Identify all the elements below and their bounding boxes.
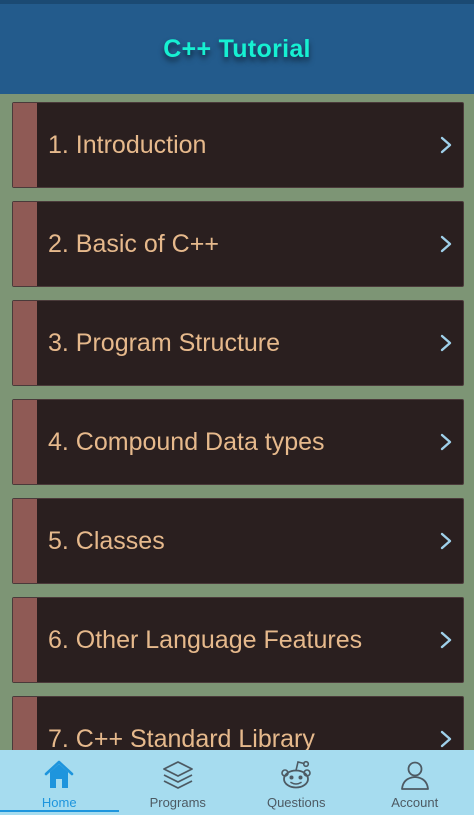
tab-label: Questions [266,795,326,810]
lesson-label: 2. Basic of C++ [48,229,219,258]
reddit-icon [281,760,312,789]
chevron-right-icon [440,334,452,352]
lesson-item-compound-data-types[interactable]: 4. Compound Data types [12,399,464,485]
lesson-label: 1. Introduction [48,130,207,159]
chevron-right-icon [440,631,452,649]
item-accent-stripe [13,103,37,187]
bottom-navigation: Home Programs Questions Account [0,750,474,815]
lesson-item-classes[interactable]: 5. Classes [12,498,464,584]
item-accent-stripe [13,598,37,682]
chevron-right-icon [440,136,452,154]
tab-label: Home [41,795,77,810]
chevron-right-icon [440,532,452,550]
lesson-label: 4. Compound Data types [48,427,325,456]
home-icon [44,760,74,788]
lesson-item-basics[interactable]: 2. Basic of C++ [12,201,464,287]
app-header: C++ Tutorial [0,0,474,94]
tab-home[interactable]: Home [0,750,119,815]
user-icon [400,761,429,790]
lesson-item-program-structure[interactable]: 3. Program Structure [12,300,464,386]
item-accent-stripe [13,499,37,583]
page-title: C++ Tutorial [163,34,311,63]
item-accent-stripe [13,400,37,484]
layers-icon [162,761,193,789]
tab-questions[interactable]: Questions [237,750,356,815]
item-accent-stripe [13,301,37,385]
lesson-item-standard-library[interactable]: 7. C++ Standard Library [12,696,464,750]
chevron-right-icon [440,730,452,748]
lesson-label: 5. Classes [48,526,165,555]
lesson-item-introduction[interactable]: 1. Introduction [12,102,464,188]
lesson-label: 6. Other Language Features [48,625,363,654]
tab-label: Programs [149,795,206,810]
tab-label: Account [391,795,439,810]
tab-account[interactable]: Account [356,750,474,815]
lesson-label: 3. Program Structure [48,328,281,357]
lesson-item-other-language-features[interactable]: 6. Other Language Features [12,597,464,683]
item-accent-stripe [13,697,37,750]
chevron-right-icon [440,235,452,253]
lesson-list[interactable]: 1. Introduction 2. Basic of C++ 3. Progr… [0,94,474,750]
tab-programs[interactable]: Programs [119,750,238,815]
chevron-right-icon [440,433,452,451]
item-accent-stripe [13,202,37,286]
lesson-label: 7. C++ Standard Library [48,724,315,751]
